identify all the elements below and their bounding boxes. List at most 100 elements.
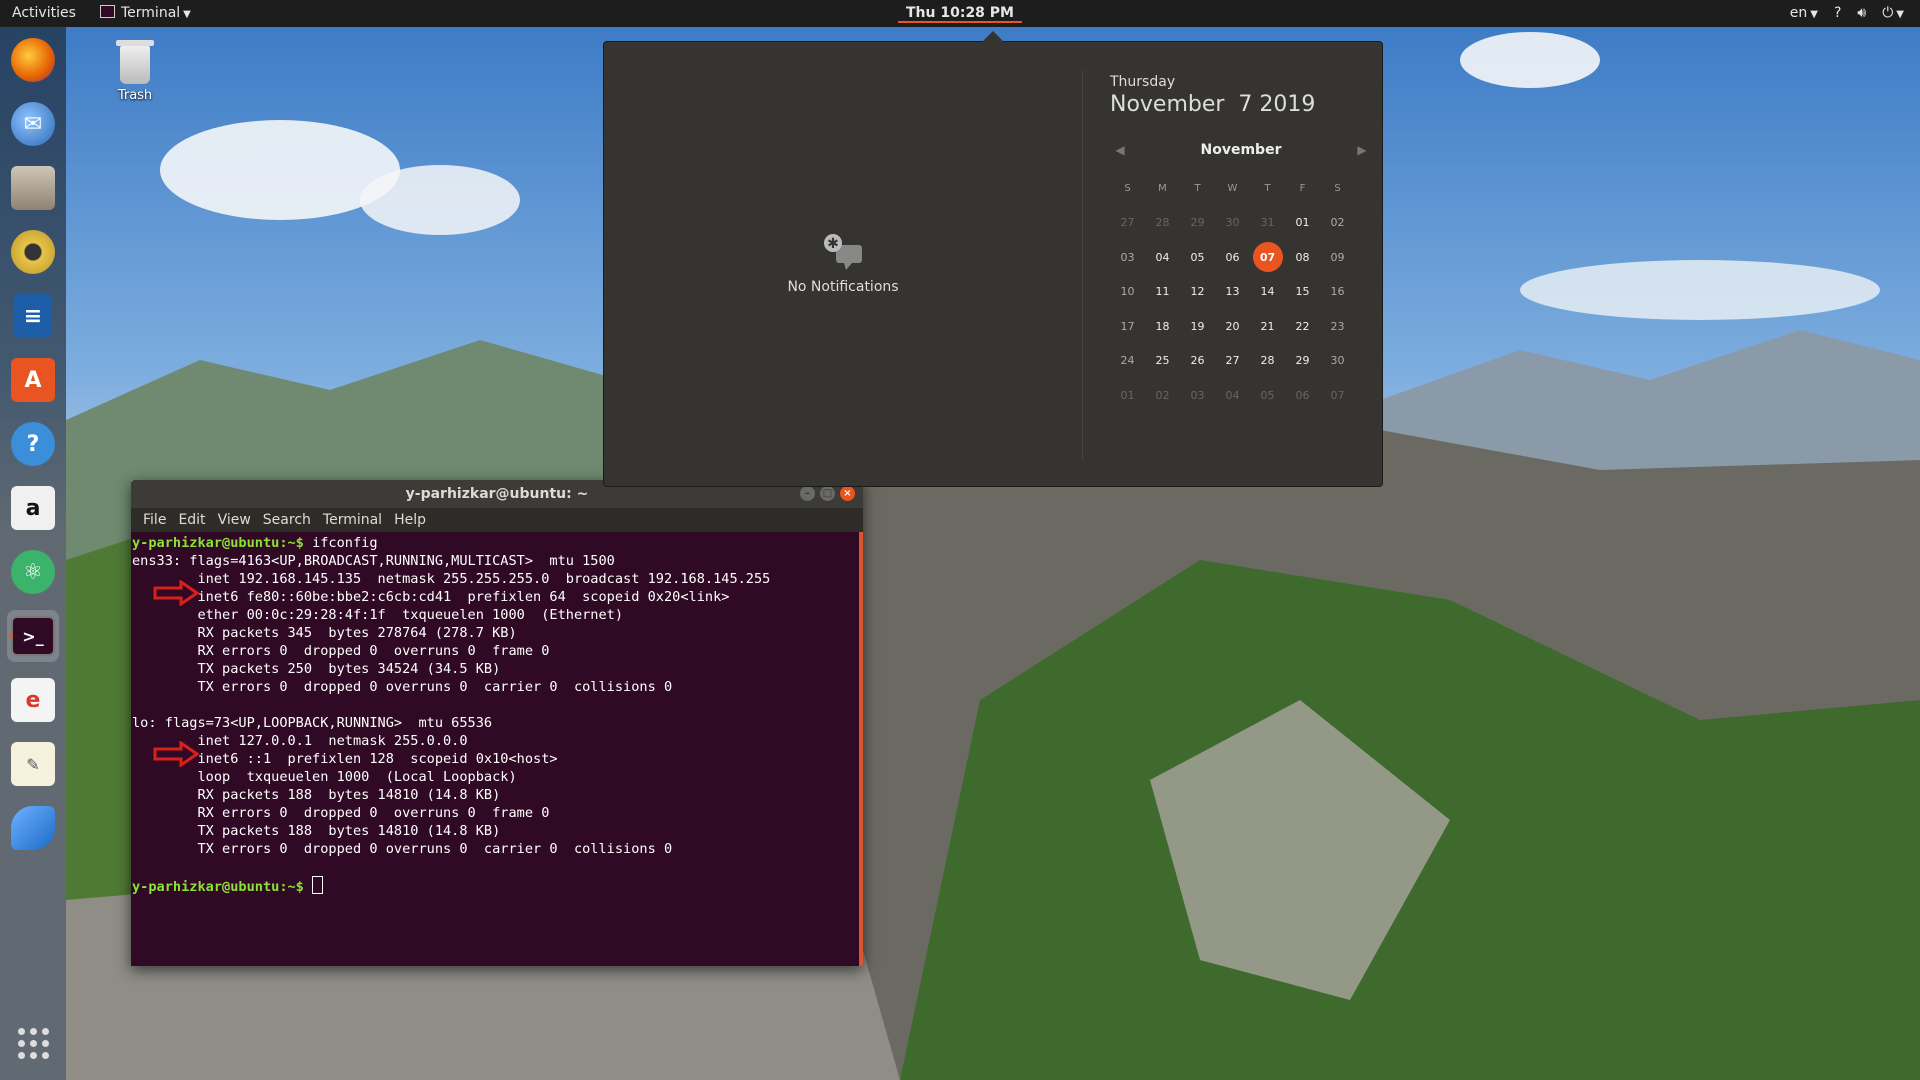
terminal-line: inet 192.168.145.135 netmask 255.255.255… [132,570,859,588]
calendar-day[interactable]: 18 [1145,309,1180,344]
top-bar: Activities Terminal ▼ Thu 10:28 PM en ▼ ? … [0,0,1920,27]
language-label: en [1789,4,1808,21]
calendar-day[interactable]: 11 [1145,275,1180,310]
calendar-day[interactable]: 06 [1285,378,1320,413]
calendar-day[interactable]: 07 [1320,378,1355,413]
terminal-output[interactable]: y-parhizkar@ubuntu:~$ ifconfig ens33: fla… [131,532,863,966]
terminal-line: RX packets 188 bytes 14810 (14.8 KB) [132,786,859,804]
calendar-day[interactable]: 05 [1180,240,1215,275]
calendar-day[interactable]: 30 [1215,206,1250,241]
previous-month-button[interactable]: ◀ [1110,137,1130,163]
menu-file[interactable]: File [137,508,172,532]
calendar-day[interactable]: 08 [1285,240,1320,275]
close-button[interactable]: × [840,486,855,501]
dock-help[interactable]: ? [7,418,59,470]
terminal-line: TX errors 0 dropped 0 overruns 0 carrier… [132,840,859,858]
maximize-button[interactable]: □ [820,486,835,501]
calendar-day[interactable]: 13 [1215,275,1250,310]
calendar-day[interactable]: 29 [1180,206,1215,241]
text-cursor [312,876,324,894]
calendar-day[interactable]: 04 [1145,240,1180,275]
power-icon[interactable]: ⏻ ▼ [1882,0,1904,28]
calendar-day[interactable]: 30 [1320,344,1355,379]
calendar-day[interactable]: 16 [1320,275,1355,310]
calendar-day[interactable]: 19 [1180,309,1215,344]
terminal-text: RX packets 345 bytes 278764 (278.7 KB) [132,625,517,641]
weekday-header: M [1158,182,1167,194]
calendar-day[interactable]: 21 [1250,309,1285,344]
menu-help[interactable]: Help [388,508,432,532]
calendar-day[interactable]: 05 [1250,378,1285,413]
menu-view[interactable]: View [212,508,257,532]
dock-thunderbird[interactable]: ✉ [7,98,59,150]
dock-software[interactable]: A [7,354,59,406]
menu-search[interactable]: Search [257,508,317,532]
language-indicator[interactable]: en ▼ [1790,0,1818,28]
terminal-text: TX packets 188 bytes 14810 (14.8 KB) [132,823,501,839]
calendar-day[interactable]: 01 [1110,378,1145,413]
menu-edit[interactable]: Edit [172,508,211,532]
calendar-day[interactable]: 20 [1215,309,1250,344]
chevron-down-icon: ▼ [1896,8,1904,20]
calendar-day[interactable]: 17 [1110,309,1145,344]
calendar-day[interactable]: 03 [1110,240,1145,275]
calendar-day[interactable]: 04 [1215,378,1250,413]
menu-terminal[interactable]: Terminal [317,508,388,532]
calendar: Thursday November 7 2019 ◀ November ▶ S M… [1110,74,1372,413]
calendar-day[interactable]: 27 [1215,344,1250,379]
volume-icon[interactable]: 🔊︎ [1857,0,1866,27]
calendar-day[interactable]: 31 [1250,206,1285,241]
calendar-day[interactable]: 15 [1285,275,1320,310]
calendar-day[interactable]: 14 [1250,275,1285,310]
calendar-day[interactable]: 02 [1320,206,1355,241]
calendar-day[interactable]: 29 [1285,344,1320,379]
dock-writer[interactable]: ≡ [7,290,59,342]
files-icon [11,166,55,210]
calendar-day[interactable]: 01 [1285,206,1320,241]
terminal-title: y-parhizkar@ubuntu: ~ [405,486,589,502]
calendar-day[interactable]: 28 [1250,344,1285,379]
desktop-trash[interactable]: Trash [104,40,166,103]
no-notifications-label: No Notifications [787,279,899,295]
rhythmbox-icon [11,230,55,274]
month-navigator: ◀ November ▶ [1110,137,1372,163]
trash-icon [116,40,154,84]
calendar-day[interactable]: 26 [1180,344,1215,379]
calendar-date[interactable]: November 7 2019 [1110,92,1372,117]
calendar-day[interactable]: 22 [1285,309,1320,344]
calendar-day[interactable]: 23 [1320,309,1355,344]
calendar-day[interactable]: 27 [1110,206,1145,241]
calendar-day[interactable]: 02 [1145,378,1180,413]
terminal-line: TX packets 188 bytes 14810 (14.8 KB) [132,822,859,840]
dock-firefox[interactable] [7,34,59,86]
app-menu[interactable]: Terminal ▼ [100,0,191,27]
dock-rhythmbox[interactable] [7,226,59,278]
dock-files[interactable] [7,162,59,214]
calendar-day[interactable]: 25 [1145,344,1180,379]
terminal-line: inet6 ::1 prefixlen 128 scopeid 0x10<hos… [132,750,859,768]
accessibility-icon[interactable]: ? [1834,0,1841,27]
next-month-button[interactable]: ▶ [1352,137,1372,163]
show-applications-button[interactable] [7,1017,59,1069]
calendar-day[interactable]: 10 [1110,275,1145,310]
calendar-day[interactable]: 06 [1215,240,1250,275]
dock-atom[interactable]: ⚛ [7,546,59,598]
clock[interactable]: Thu 10:28 PM [898,5,1022,23]
dock-amazon[interactable]: a [7,482,59,534]
calendar-day[interactable]: 03 [1180,378,1215,413]
dock-document-viewer[interactable]: e [7,674,59,726]
activities-button[interactable]: Activities [12,0,76,27]
clock-container: Thu 10:28 PM [0,0,1920,27]
month-label: November [1200,142,1282,158]
minimize-button[interactable]: – [800,486,815,501]
weekday-header: F [1299,182,1306,194]
calendar-day[interactable]: 24 [1110,344,1145,379]
dock-text-editor[interactable]: ✎ [7,738,59,790]
terminal-menubar: File Edit View Search Terminal Help [131,508,863,532]
calendar-day[interactable]: 12 [1180,275,1215,310]
calendar-day[interactable]: 28 [1145,206,1180,241]
dock-wireshark[interactable] [7,802,59,854]
calendar-day[interactable]: 07 [1250,240,1285,275]
calendar-day[interactable]: 09 [1320,240,1355,275]
dock-terminal[interactable]: >_ [7,610,59,662]
